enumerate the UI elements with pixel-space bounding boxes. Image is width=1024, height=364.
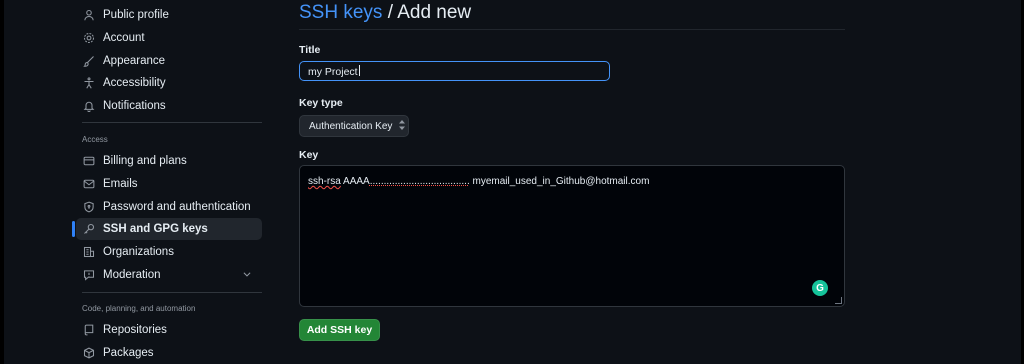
shield-lock-icon — [82, 200, 96, 214]
chevron-down-icon[interactable] — [242, 269, 252, 282]
sidebar-item-accessibility[interactable]: Accessibility — [76, 72, 262, 94]
gear-icon — [82, 31, 96, 45]
sidebar-item-label: Password and authentication — [103, 201, 251, 213]
page-title-text: / Add new — [382, 2, 472, 23]
paintbrush-icon — [82, 54, 96, 68]
sidebar-item-moderation[interactable]: Moderation — [76, 264, 262, 286]
active-indicator — [72, 221, 75, 237]
sidebar-item-organizations[interactable]: Organizations — [76, 241, 262, 263]
sidebar-item-repositories[interactable]: Repositories — [76, 319, 262, 341]
sidebar-item-label: Accessibility — [103, 77, 166, 89]
key-text-dots: .................................... — [369, 176, 470, 187]
package-icon — [82, 346, 96, 360]
sidebar-section-heading: Code, planning, and automation — [82, 304, 196, 313]
title-divider — [299, 29, 845, 30]
accessibility-icon — [82, 76, 96, 90]
sidebar-item-account[interactable]: Account — [76, 27, 262, 49]
title-input-value: my Project — [308, 66, 358, 78]
key-text-mid: AAAA — [340, 176, 370, 187]
sidebar-item-label: Billing and plans — [103, 155, 187, 167]
sidebar-item-notifications[interactable]: Notifications — [76, 95, 262, 117]
sidebar-section-heading: Access — [82, 135, 108, 144]
sidebar-item-appearance[interactable]: Appearance — [76, 50, 262, 72]
key-icon — [82, 222, 96, 236]
sidebar-item-label: SSH and GPG keys — [103, 223, 208, 235]
window-edge-left — [0, 0, 4, 364]
key-text-suffix: myemail_used_in_Github@hotmail.com — [469, 176, 650, 187]
sidebar-item-label: Account — [103, 32, 145, 44]
sidebar-item-password-auth[interactable]: Password and authentication — [76, 196, 262, 218]
sidebar-item-billing[interactable]: Billing and plans — [76, 150, 262, 172]
title-input[interactable]: my Project — [299, 61, 610, 81]
sidebar-item-label: Packages — [103, 347, 154, 359]
sidebar-divider — [82, 122, 262, 123]
grammarly-icon[interactable]: G — [812, 280, 828, 296]
add-ssh-key-button[interactable]: Add SSH key — [299, 319, 380, 341]
credit-card-icon — [82, 154, 96, 168]
key-label: Key — [299, 149, 319, 161]
sidebar-item-label: Emails — [103, 178, 138, 190]
sidebar-item-label: Repositories — [103, 324, 167, 336]
sidebar-item-label: Notifications — [103, 100, 166, 112]
repo-icon — [82, 323, 96, 337]
sidebar-item-packages[interactable]: Packages — [76, 342, 262, 364]
settings-page: Public profile Account Appearance Access… — [0, 0, 1024, 364]
sidebar-divider — [82, 292, 262, 293]
sidebar-item-ssh-gpg-keys[interactable]: SSH and GPG keys — [72, 218, 262, 240]
mail-icon — [82, 177, 96, 191]
sidebar-item-public-profile[interactable]: Public profile — [76, 4, 262, 26]
sidebar-item-emails[interactable]: Emails — [76, 173, 262, 195]
key-textarea[interactable]: ssh-rsa AAAA............................… — [299, 165, 845, 307]
sidebar-item-label: Organizations — [103, 246, 174, 258]
bell-icon — [82, 99, 96, 113]
organization-icon — [82, 245, 96, 259]
sidebar-item-label: Moderation — [103, 269, 161, 281]
sidebar-item-label: Public profile — [103, 9, 169, 21]
select-arrows-icon — [398, 120, 406, 132]
key-type-value: Authentication Key — [309, 120, 393, 132]
sidebar-item-label: Appearance — [103, 55, 166, 67]
title-label: Title — [299, 44, 321, 56]
key-type-select[interactable]: Authentication Key — [299, 115, 409, 137]
page-title: SSH keys / Add new — [299, 2, 471, 24]
person-icon — [82, 8, 96, 22]
resize-handle[interactable] — [835, 297, 842, 304]
text-caret — [358, 65, 360, 76]
key-type-label: Key type — [299, 97, 343, 109]
ssh-keys-breadcrumb-link[interactable]: SSH keys — [299, 2, 382, 23]
report-icon — [82, 268, 96, 282]
key-text-prefix: ssh-rsa — [308, 176, 341, 187]
